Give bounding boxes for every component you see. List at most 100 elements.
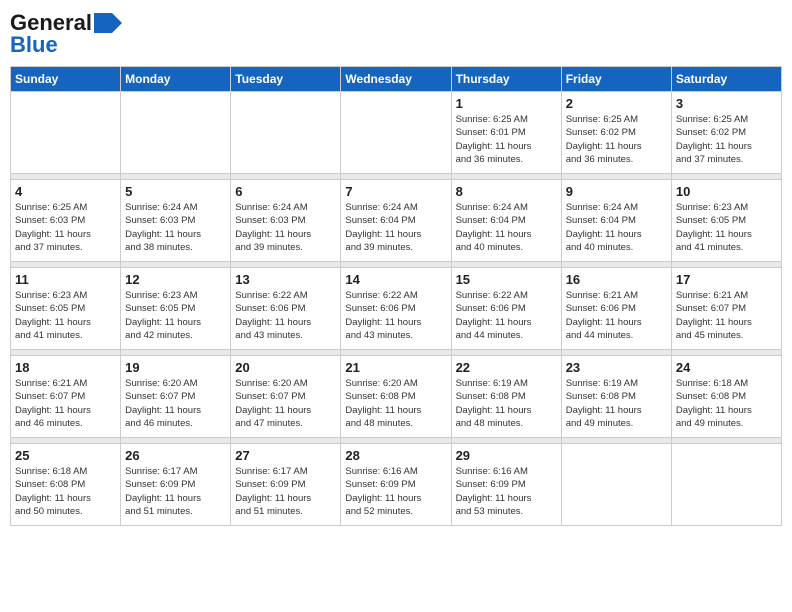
day-number: 28 <box>345 448 446 463</box>
cell-info: Sunrise: 6:21 AM Sunset: 6:07 PM Dayligh… <box>15 377 116 430</box>
calendar-cell: 4Sunrise: 6:25 AM Sunset: 6:03 PM Daylig… <box>11 180 121 262</box>
calendar-cell: 7 Sunrise: 6:24 AM Sunset: 6:04 PM Daylig… <box>341 180 451 262</box>
calendar-week-5: 25 Sunrise: 6:18 AM Sunset: 6:08 PM Dayli… <box>11 444 782 526</box>
day-number: 8 <box>456 184 557 199</box>
calendar-cell <box>561 444 671 526</box>
cell-info: Sunrise: 6:23 AM Sunset: 6:05 PM Dayligh… <box>15 289 116 342</box>
cell-info: Sunrise: 6:16 AM Sunset: 6:09 PM Dayligh… <box>456 465 557 518</box>
header-day-tuesday: Tuesday <box>231 67 341 92</box>
cell-info: Sunrise: 6:25 AM Sunset: 6:01 PM Dayligh… <box>456 113 557 166</box>
day-number: 1 <box>456 96 557 111</box>
calendar-cell: 28 Sunrise: 6:16 AM Sunset: 6:09 PM Dayli… <box>341 444 451 526</box>
header-day-saturday: Saturday <box>671 67 781 92</box>
cell-info: Sunrise: 6:22 AM Sunset: 6:06 PM Dayligh… <box>345 289 446 342</box>
cell-info: Sunrise: 6:19 AM Sunset: 6:08 PM Dayligh… <box>456 377 557 430</box>
cell-info: Sunrise: 6:20 AM Sunset: 6:07 PM Dayligh… <box>235 377 336 430</box>
day-number: 17 <box>676 272 777 287</box>
cell-info: Sunrise: 6:19 AM Sunset: 6:08 PM Dayligh… <box>566 377 667 430</box>
header-day-friday: Friday <box>561 67 671 92</box>
calendar-table: SundayMondayTuesdayWednesdayThursdayFrid… <box>10 66 782 526</box>
cell-info: Sunrise: 6:24 AM Sunset: 6:04 PM Dayligh… <box>456 201 557 254</box>
calendar-cell: 10 Sunrise: 6:23 AM Sunset: 6:05 PM Dayli… <box>671 180 781 262</box>
calendar-week-2: 4Sunrise: 6:25 AM Sunset: 6:03 PM Daylig… <box>11 180 782 262</box>
cell-info: Sunrise: 6:21 AM Sunset: 6:06 PM Dayligh… <box>566 289 667 342</box>
calendar-cell: 1 Sunrise: 6:25 AM Sunset: 6:01 PM Daylig… <box>451 92 561 174</box>
cell-info: Sunrise: 6:20 AM Sunset: 6:07 PM Dayligh… <box>125 377 226 430</box>
day-number: 12 <box>125 272 226 287</box>
cell-info: Sunrise: 6:21 AM Sunset: 6:07 PM Dayligh… <box>676 289 777 342</box>
calendar-cell: 17 Sunrise: 6:21 AM Sunset: 6:07 PM Dayli… <box>671 268 781 350</box>
calendar-cell: 9 Sunrise: 6:24 AM Sunset: 6:04 PM Daylig… <box>561 180 671 262</box>
day-number: 16 <box>566 272 667 287</box>
cell-info: Sunrise: 6:22 AM Sunset: 6:06 PM Dayligh… <box>235 289 336 342</box>
day-number: 6 <box>235 184 336 199</box>
calendar-cell: 23 Sunrise: 6:19 AM Sunset: 6:08 PM Dayli… <box>561 356 671 438</box>
calendar-cell: 15 Sunrise: 6:22 AM Sunset: 6:06 PM Dayli… <box>451 268 561 350</box>
calendar-cell: 13Sunrise: 6:22 AM Sunset: 6:06 PM Dayli… <box>231 268 341 350</box>
cell-info: Sunrise: 6:24 AM Sunset: 6:04 PM Dayligh… <box>345 201 446 254</box>
day-number: 3 <box>676 96 777 111</box>
day-number: 25 <box>15 448 116 463</box>
day-number: 11 <box>15 272 116 287</box>
calendar-cell: 25 Sunrise: 6:18 AM Sunset: 6:08 PM Dayli… <box>11 444 121 526</box>
calendar-cell: 20Sunrise: 6:20 AM Sunset: 6:07 PM Dayli… <box>231 356 341 438</box>
page-header: General Blue <box>10 10 782 58</box>
calendar-cell <box>231 92 341 174</box>
calendar-cell: 18 Sunrise: 6:21 AM Sunset: 6:07 PM Dayli… <box>11 356 121 438</box>
calendar-week-1: 1 Sunrise: 6:25 AM Sunset: 6:01 PM Daylig… <box>11 92 782 174</box>
calendar-cell: 29Sunrise: 6:16 AM Sunset: 6:09 PM Dayli… <box>451 444 561 526</box>
calendar-cell: 11 Sunrise: 6:23 AM Sunset: 6:05 PM Dayli… <box>11 268 121 350</box>
calendar-cell: 26 Sunrise: 6:17 AM Sunset: 6:09 PM Dayli… <box>121 444 231 526</box>
calendar-cell: 24 Sunrise: 6:18 AM Sunset: 6:08 PM Dayli… <box>671 356 781 438</box>
day-number: 22 <box>456 360 557 375</box>
day-number: 4 <box>15 184 116 199</box>
cell-info: Sunrise: 6:16 AM Sunset: 6:09 PM Dayligh… <box>345 465 446 518</box>
cell-info: Sunrise: 6:25 AM Sunset: 6:02 PM Dayligh… <box>566 113 667 166</box>
header-day-sunday: Sunday <box>11 67 121 92</box>
calendar-cell <box>671 444 781 526</box>
cell-info: Sunrise: 6:17 AM Sunset: 6:09 PM Dayligh… <box>125 465 226 518</box>
calendar-body: 1 Sunrise: 6:25 AM Sunset: 6:01 PM Daylig… <box>11 92 782 526</box>
calendar-cell: 21 Sunrise: 6:20 AM Sunset: 6:08 PM Dayli… <box>341 356 451 438</box>
calendar-cell: 19 Sunrise: 6:20 AM Sunset: 6:07 PM Dayli… <box>121 356 231 438</box>
cell-info: Sunrise: 6:17 AM Sunset: 6:09 PM Dayligh… <box>235 465 336 518</box>
cell-info: Sunrise: 6:25 AM Sunset: 6:02 PM Dayligh… <box>676 113 777 166</box>
day-number: 27 <box>235 448 336 463</box>
cell-info: Sunrise: 6:20 AM Sunset: 6:08 PM Dayligh… <box>345 377 446 430</box>
cell-info: Sunrise: 6:22 AM Sunset: 6:06 PM Dayligh… <box>456 289 557 342</box>
calendar-cell: 2 Sunrise: 6:25 AM Sunset: 6:02 PM Daylig… <box>561 92 671 174</box>
calendar-cell: 5 Sunrise: 6:24 AM Sunset: 6:03 PM Daylig… <box>121 180 231 262</box>
day-number: 2 <box>566 96 667 111</box>
logo-icon <box>94 13 122 33</box>
day-number: 9 <box>566 184 667 199</box>
calendar-cell: 12Sunrise: 6:23 AM Sunset: 6:05 PM Dayli… <box>121 268 231 350</box>
calendar-cell <box>341 92 451 174</box>
header-day-wednesday: Wednesday <box>341 67 451 92</box>
day-number: 26 <box>125 448 226 463</box>
day-number: 14 <box>345 272 446 287</box>
calendar-cell <box>121 92 231 174</box>
day-number: 19 <box>125 360 226 375</box>
calendar-cell <box>11 92 121 174</box>
day-number: 15 <box>456 272 557 287</box>
calendar-header-row: SundayMondayTuesdayWednesdayThursdayFrid… <box>11 67 782 92</box>
day-number: 21 <box>345 360 446 375</box>
day-number: 24 <box>676 360 777 375</box>
calendar-cell: 22 Sunrise: 6:19 AM Sunset: 6:08 PM Dayli… <box>451 356 561 438</box>
cell-info: Sunrise: 6:24 AM Sunset: 6:03 PM Dayligh… <box>125 201 226 254</box>
day-number: 23 <box>566 360 667 375</box>
day-number: 18 <box>15 360 116 375</box>
cell-info: Sunrise: 6:23 AM Sunset: 6:05 PM Dayligh… <box>676 201 777 254</box>
calendar-cell: 3 Sunrise: 6:25 AM Sunset: 6:02 PM Daylig… <box>671 92 781 174</box>
cell-info: Sunrise: 6:24 AM Sunset: 6:03 PM Dayligh… <box>235 201 336 254</box>
day-number: 7 <box>345 184 446 199</box>
cell-info: Sunrise: 6:24 AM Sunset: 6:04 PM Dayligh… <box>566 201 667 254</box>
calendar-cell: 6 Sunrise: 6:24 AM Sunset: 6:03 PM Daylig… <box>231 180 341 262</box>
day-number: 10 <box>676 184 777 199</box>
calendar-cell: 14 Sunrise: 6:22 AM Sunset: 6:06 PM Dayli… <box>341 268 451 350</box>
calendar-week-3: 11 Sunrise: 6:23 AM Sunset: 6:05 PM Dayli… <box>11 268 782 350</box>
cell-info: Sunrise: 6:18 AM Sunset: 6:08 PM Dayligh… <box>15 465 116 518</box>
calendar-cell: 8 Sunrise: 6:24 AM Sunset: 6:04 PM Daylig… <box>451 180 561 262</box>
day-number: 5 <box>125 184 226 199</box>
cell-info: Sunrise: 6:18 AM Sunset: 6:08 PM Dayligh… <box>676 377 777 430</box>
